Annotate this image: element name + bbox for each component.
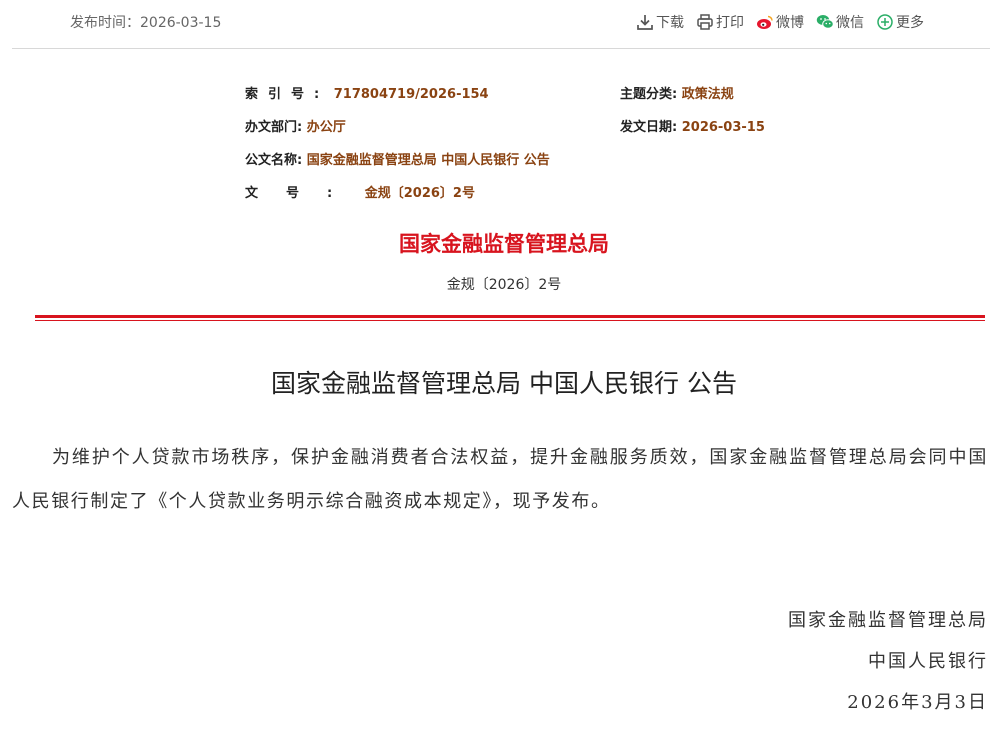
sign-date: 2026年3月3日: [847, 692, 988, 713]
download-icon: [636, 13, 654, 31]
meta-index: 索引号: 717804719/2026-154: [245, 83, 489, 107]
meta-topic-value: 政策法规: [681, 87, 734, 102]
header-divider: [12, 48, 990, 49]
meta-name: 公文名称: 国家金融监督管理总局 中国人民银行 公告: [245, 149, 550, 173]
top-toolbar: 发布时间：2026-03-15 下载 打印 微博 微信 更多: [0, 0, 1008, 48]
meta-date: 发文日期: 2026-03-15: [620, 116, 765, 140]
print-icon: [696, 13, 714, 31]
plus-icon: [876, 13, 894, 31]
weibo-label: 微博: [776, 15, 804, 31]
signatory-pboc: 中国人民银行: [868, 651, 988, 672]
document-number: 金规〔2026〕2号: [446, 277, 562, 293]
meta-docno-label: 文号:: [245, 186, 361, 201]
print-label: 打印: [716, 15, 744, 31]
meta-dept: 办文部门: 办公厅: [245, 116, 346, 140]
print-button[interactable]: 打印: [696, 12, 744, 32]
meta-date-label: 发文日期:: [620, 120, 678, 135]
publish-time: 发布时间：2026-03-15: [70, 15, 222, 31]
meta-dept-value: 办公厅: [306, 120, 346, 135]
more-button[interactable]: 更多: [876, 12, 924, 32]
weibo-icon: [756, 13, 774, 31]
meta-date-value: 2026-03-15: [681, 120, 765, 135]
red-divider-thick: [35, 315, 985, 318]
meta-topic-label: 主题分类:: [620, 87, 678, 102]
more-label: 更多: [896, 15, 924, 31]
weibo-share-button[interactable]: 微博: [756, 12, 804, 32]
issuer-heading: 国家金融监督管理总局: [399, 232, 609, 256]
meta-name-value: 国家金融监督管理总局 中国人民银行 公告: [306, 153, 550, 168]
wechat-share-button[interactable]: 微信: [816, 12, 864, 32]
red-divider-thin: [35, 320, 985, 321]
meta-index-label: 索引号:: [245, 87, 330, 102]
document-title: 国家金融监督管理总局 中国人民银行 公告: [271, 369, 737, 398]
meta-docno-value: 金规〔2026〕2号: [364, 186, 475, 201]
meta-docno: 文号: 金规〔2026〕2号: [245, 182, 475, 206]
document-body: 为维护个人贷款市场秩序，保护金融消费者合法权益，提升金融服务质效，国家金融监督管…: [12, 447, 988, 512]
download-button[interactable]: 下载: [636, 12, 684, 32]
wechat-icon: [816, 13, 834, 31]
meta-topic: 主题分类: 政策法规: [620, 83, 734, 107]
meta-dept-label: 办文部门:: [245, 120, 303, 135]
signatory-cbirc: 国家金融监督管理总局: [788, 610, 988, 631]
meta-name-label: 公文名称:: [245, 153, 303, 168]
meta-index-value: 717804719/2026-154: [333, 87, 489, 102]
share-tools: 下载 打印 微博 微信 更多: [636, 11, 936, 33]
download-label: 下载: [656, 15, 684, 31]
wechat-label: 微信: [836, 15, 864, 31]
